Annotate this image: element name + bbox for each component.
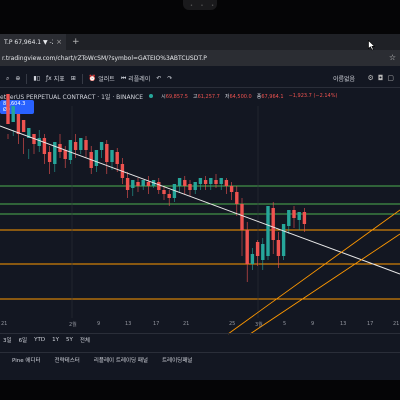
candle-body <box>42 138 47 154</box>
candle-body <box>105 144 109 162</box>
candle-body <box>276 240 281 256</box>
candle-body <box>157 182 161 190</box>
candle-body <box>261 244 265 260</box>
candle-body <box>255 242 260 256</box>
candle-body <box>266 206 270 256</box>
candle-body <box>6 94 10 124</box>
candle-body <box>292 210 296 218</box>
candle-body <box>94 150 99 166</box>
bottom-panel-tab[interactable]: 전략테스터 <box>55 356 80 364</box>
candle-body <box>47 152 52 162</box>
candle-body <box>302 212 307 224</box>
bottom-panel-tab[interactable]: Pine 에디터 <box>12 356 41 364</box>
candle-body <box>37 138 41 146</box>
time-axis-label: 21 <box>183 321 190 327</box>
time-axis-label: 21 <box>1 321 8 327</box>
camera-dots: • • • <box>190 3 218 9</box>
time-axis-label: 13 <box>125 321 132 327</box>
candle-body <box>193 182 197 190</box>
range-button[interactable]: 5Y <box>66 337 73 343</box>
bottom-panel-tabs: Pine 에디터 전략테스터 리플레이 트레이딩 패널 트레이딩패널 <box>0 352 400 366</box>
candle-body <box>183 180 187 186</box>
candle-body <box>115 152 119 164</box>
device-screen: T.P 67,964.1 ▼ -2.14% × + r.tradingview.… <box>0 34 400 380</box>
time-axis-label: 9 <box>97 321 101 327</box>
candle-body <box>229 186 234 192</box>
candle-body <box>84 140 88 150</box>
candle-body <box>79 138 83 150</box>
time-axis-label: 2월 <box>69 322 77 328</box>
range-button[interactable]: 6일 <box>19 336 28 344</box>
candle-body <box>224 180 229 186</box>
candle-body <box>287 210 291 226</box>
candle-body <box>125 178 130 190</box>
time-axis: 21 2월 9 13 17 21 25 3월 5 9 13 17 21 <box>0 319 400 331</box>
range-button[interactable]: 전체 <box>80 336 90 344</box>
candle-body <box>219 178 223 184</box>
candle-body <box>235 192 239 204</box>
time-axis-label: 9 <box>311 321 315 327</box>
time-axis-label: 21 <box>393 321 400 327</box>
time-axis-label: 17 <box>153 321 160 327</box>
bottom-panel-tab[interactable]: 트레이딩패널 <box>162 356 192 364</box>
candle-body <box>63 150 67 159</box>
range-button[interactable]: 3일 <box>3 336 12 344</box>
time-axis-label: 5 <box>283 321 287 327</box>
candle-body <box>188 184 192 190</box>
candle-body <box>16 114 21 134</box>
candle-body <box>250 254 255 264</box>
candle-body <box>271 208 275 240</box>
range-button[interactable]: YTD <box>34 337 45 343</box>
candle-body <box>73 142 78 150</box>
candle-body <box>11 106 15 122</box>
candle-body <box>240 204 244 230</box>
candle-body <box>21 120 26 132</box>
bottom-panel-tab[interactable]: 리플레이 트레이딩 패널 <box>94 356 148 364</box>
candle-body <box>146 182 151 186</box>
candle-body <box>136 182 140 186</box>
ascending-channel-upper-line <box>227 209 400 335</box>
candle-body <box>281 224 286 256</box>
candle-body <box>177 178 182 186</box>
range-button[interactable]: 1Y <box>52 337 59 343</box>
time-axis-label: 25 <box>229 321 236 327</box>
time-axis-label: 13 <box>340 321 347 327</box>
time-axis-label: 17 <box>367 321 374 327</box>
time-axis-label: 3월 <box>255 322 263 328</box>
candle-body <box>53 142 57 164</box>
candle-body <box>110 150 114 162</box>
candle-body <box>167 194 171 198</box>
candle-body <box>214 180 218 184</box>
candle-body <box>162 190 166 194</box>
candle-body <box>245 230 249 264</box>
candle-body <box>209 178 213 184</box>
candle-body <box>198 178 203 184</box>
candle-body <box>297 212 301 220</box>
candle-body <box>203 180 208 184</box>
candle-body <box>141 180 145 186</box>
candle-body <box>131 180 135 188</box>
candle-body <box>99 142 104 150</box>
range-selector: 3일 6일 YTD 1Y 5Y 전체 <box>0 333 400 345</box>
descending-trendline <box>0 125 400 275</box>
candle-body <box>68 140 73 160</box>
